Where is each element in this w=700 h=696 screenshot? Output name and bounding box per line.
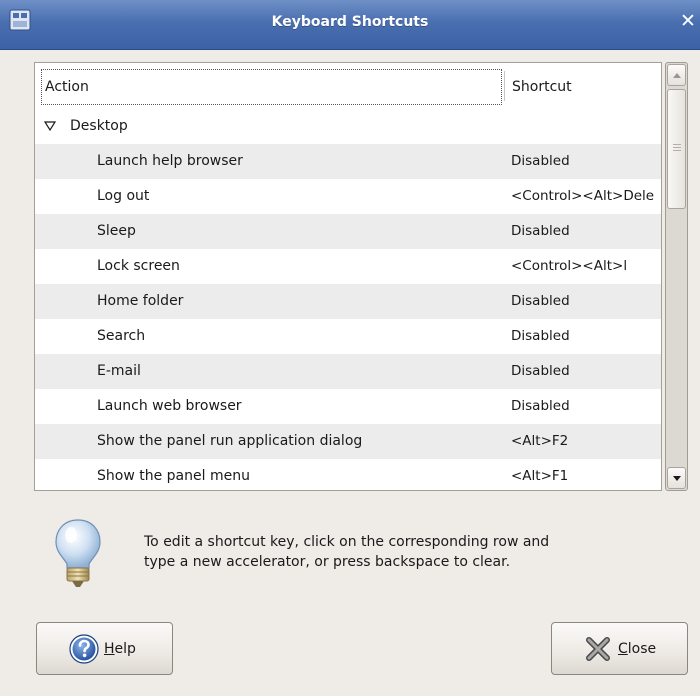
window-close-icon[interactable]: ✕ — [678, 9, 698, 33]
tree-rows: Desktop Launch help browser Disabled Log… — [35, 109, 661, 490]
help-button[interactable]: Help — [36, 622, 173, 675]
row-action: Desktop — [70, 118, 128, 134]
row-shortcut: <Control><Alt>l — [511, 258, 628, 274]
grip-line — [673, 144, 681, 145]
expander-triangle-icon[interactable] — [44, 121, 56, 131]
close-button[interactable]: Close — [551, 622, 688, 675]
row-action: Launch help browser — [97, 153, 243, 169]
row-action: Sleep — [97, 223, 136, 239]
column-separator[interactable] — [504, 71, 505, 101]
help-button-label: Help — [104, 640, 136, 657]
table-row[interactable]: Sleep Disabled — [35, 214, 661, 249]
hint-line: type a new accelerator, or press backspa… — [144, 554, 511, 570]
row-shortcut: <Alt>F2 — [511, 433, 569, 449]
close-x-icon — [586, 636, 610, 661]
table-row[interactable]: Show the panel run application dialog <A… — [35, 424, 661, 459]
table-row[interactable]: Search Disabled — [35, 319, 661, 354]
table-row[interactable]: Lock screen <Control><Alt>l — [35, 249, 661, 284]
hint-text: To edit a shortcut key, click on the cor… — [144, 532, 624, 572]
row-action: Search — [97, 328, 146, 344]
lightbulb-icon — [55, 519, 101, 587]
row-shortcut: <Control><Alt>Dele — [511, 188, 655, 204]
row-shortcut: Disabled — [511, 363, 570, 379]
row-shortcut: Disabled — [511, 293, 570, 309]
help-icon — [69, 633, 99, 664]
table-row[interactable]: Show the panel menu <Alt>F1 — [35, 459, 661, 490]
row-action: Home folder — [97, 293, 184, 309]
table-row[interactable]: Log out <Control><Alt>Dele — [35, 179, 661, 214]
row-shortcut: Disabled — [511, 153, 570, 169]
table-row[interactable]: Launch web browser Disabled — [35, 389, 661, 424]
arrow-up-icon — [672, 72, 681, 78]
table-row[interactable]: E-mail Disabled — [35, 354, 661, 389]
row-action: Launch web browser — [97, 398, 242, 414]
row-shortcut: <Alt>F1 — [511, 468, 569, 484]
hint-line: To edit a shortcut key, click on the cor… — [144, 534, 550, 550]
shortcuts-tree-view[interactable]: Action Shortcut Desktop Launch help brow… — [34, 62, 662, 491]
title-bar: Keyboard Shortcuts ✕ — [0, 0, 700, 50]
action-column-header[interactable]: Action — [41, 69, 502, 105]
row-shortcut: Disabled — [511, 398, 570, 414]
scroll-thumb[interactable] — [667, 89, 686, 209]
row-action: E-mail — [97, 363, 141, 379]
row-shortcut: Disabled — [511, 223, 570, 239]
table-row[interactable]: Home folder Disabled — [35, 284, 661, 319]
shortcut-column-header[interactable]: Shortcut — [512, 69, 572, 105]
row-shortcut: Disabled — [511, 328, 570, 344]
grip-line — [673, 150, 681, 151]
tree-header: Action Shortcut — [35, 63, 661, 109]
close-button-label: Close — [618, 640, 657, 657]
row-action: Show the panel menu — [97, 468, 250, 484]
scroll-down-button[interactable] — [667, 467, 686, 489]
row-action: Log out — [97, 188, 150, 204]
tree-row-category[interactable]: Desktop — [35, 109, 661, 144]
arrow-down-icon — [672, 475, 681, 481]
row-action: Show the panel run application dialog — [97, 433, 363, 449]
vertical-scrollbar[interactable] — [665, 62, 688, 491]
row-action: Lock screen — [97, 258, 180, 274]
grip-line — [673, 147, 681, 148]
table-row[interactable]: Launch help browser Disabled — [35, 144, 661, 179]
window-title: Keyboard Shortcuts — [271, 14, 429, 30]
scroll-up-button[interactable] — [667, 64, 686, 86]
